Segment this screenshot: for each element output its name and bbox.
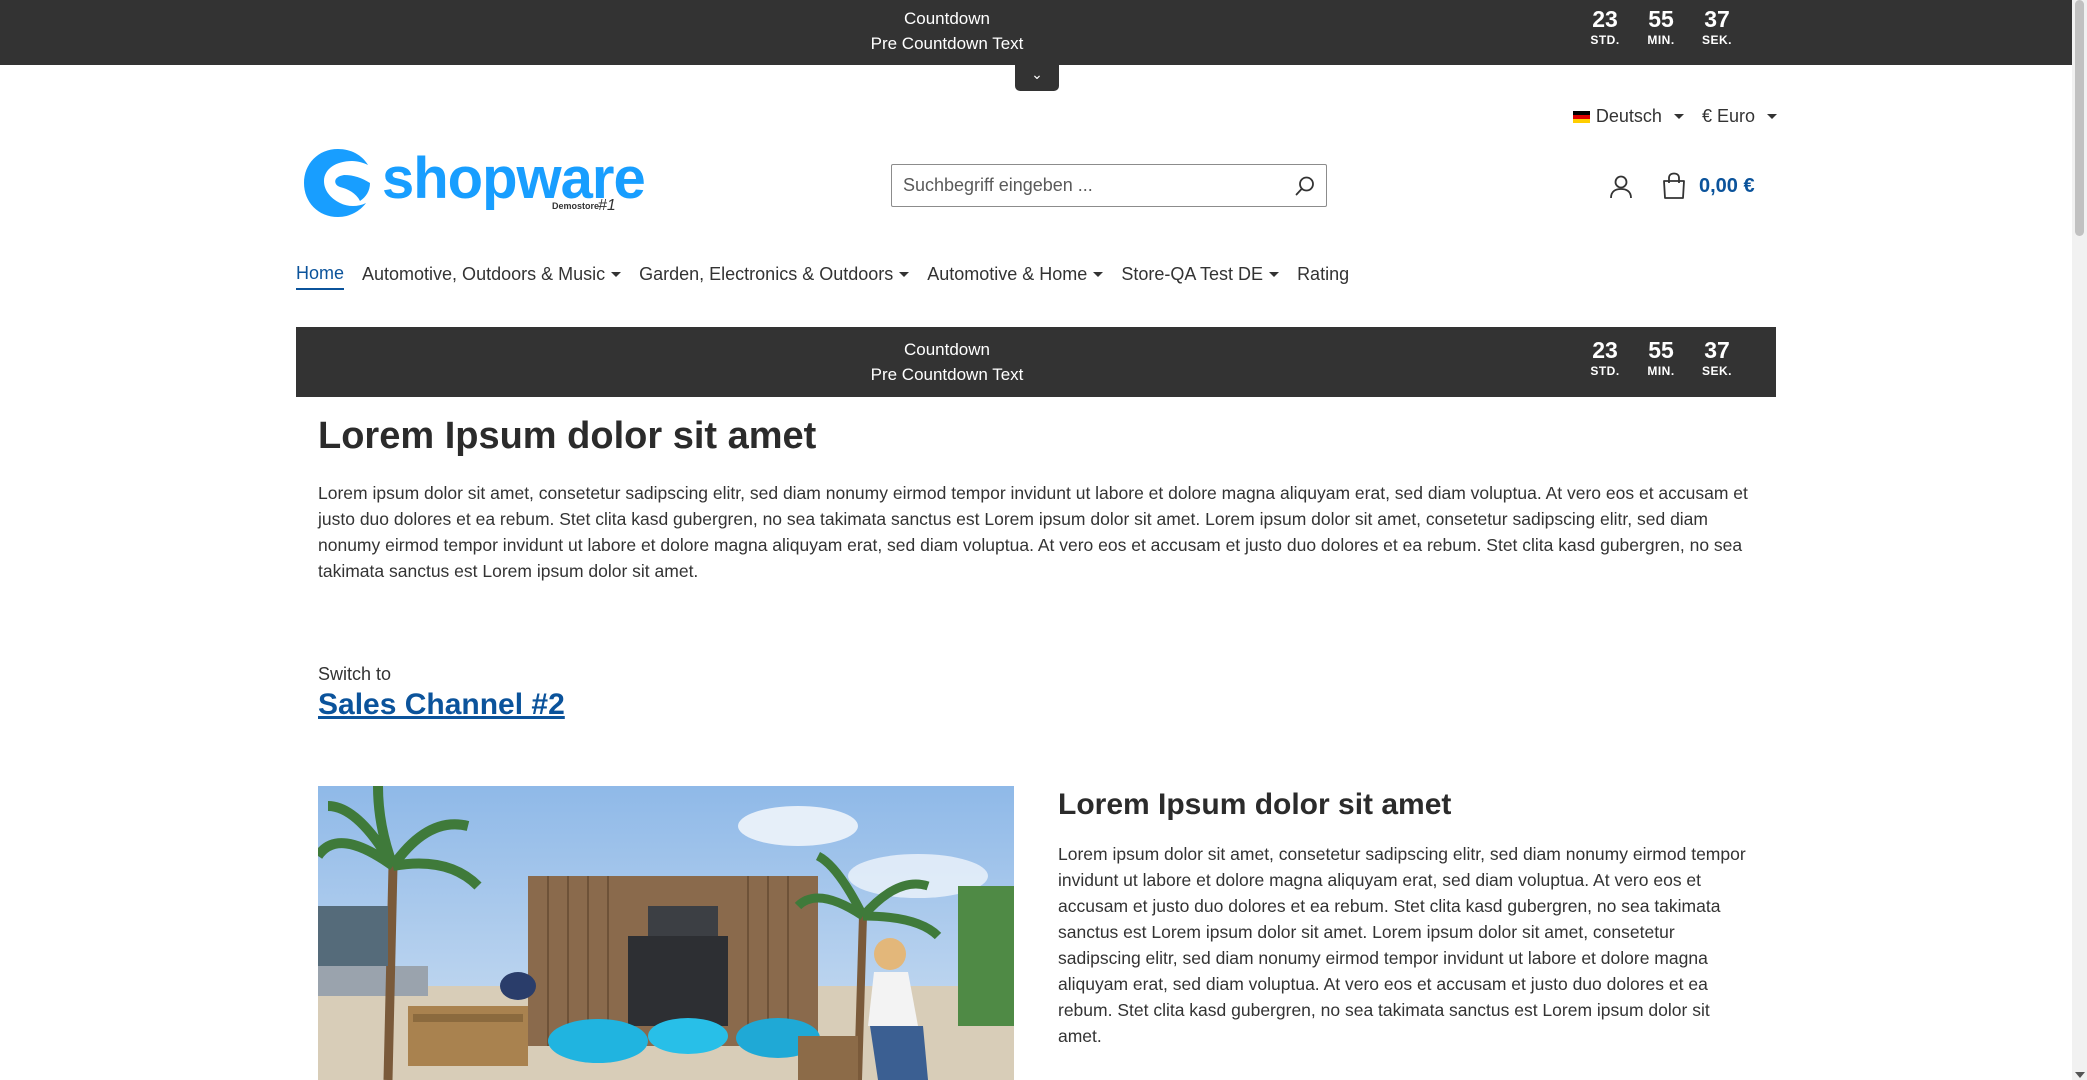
currency-dropdown[interactable]: € Euro xyxy=(1702,106,1777,127)
countdown-hours: 23 STD. xyxy=(1577,337,1633,379)
cart-icon xyxy=(1663,172,1685,199)
search-input[interactable] xyxy=(892,165,1272,206)
countdown-seconds: 37 SEK. xyxy=(1689,337,1745,379)
page-heading: Lorem Ipsum dolor sit amet xyxy=(318,415,817,457)
teaser-image xyxy=(318,786,1014,1080)
countdown-toggle-button[interactable]: ⌄ xyxy=(1015,65,1059,91)
countdown-text: Countdown Pre Countdown Text xyxy=(747,6,1147,56)
nav-item-label: Store-QA Test DE xyxy=(1121,264,1264,284)
search-button[interactable] xyxy=(1294,175,1316,197)
caret-down-icon xyxy=(1093,272,1104,277)
countdown-minutes-label: MIN. xyxy=(1647,364,1675,378)
scrollbar-thumb[interactable] xyxy=(2075,0,2084,236)
countdown-minutes-value: 55 xyxy=(1648,337,1674,363)
currency-label: € Euro xyxy=(1701,106,1755,126)
section-paragraph: Lorem ipsum dolor sit amet, consetetur s… xyxy=(1058,844,1746,1046)
countdown-timer: 23 STD. 55 MIN. 37 SEK. xyxy=(1577,6,1745,48)
sales-channel-link[interactable]: Sales Channel #2 xyxy=(318,688,565,722)
user-icon xyxy=(1610,175,1632,199)
countdown-title: Countdown xyxy=(903,9,990,28)
countdown-text: Countdown Pre Countdown Text xyxy=(747,337,1147,387)
scroll-down-arrow-icon[interactable] xyxy=(2075,1072,2085,1078)
countdown-seconds-label: SEK. xyxy=(1701,364,1732,378)
countdown-hours-value: 23 xyxy=(1592,6,1618,32)
countdown-title: Countdown xyxy=(903,340,990,359)
countdown-minutes-value: 55 xyxy=(1648,6,1674,32)
countdown-hours-label: STD. xyxy=(1590,33,1620,47)
nav-item-label: Home xyxy=(296,263,345,283)
logo-number: #1 xyxy=(598,197,616,214)
nav-item-automotive-home[interactable]: Automotive & Home xyxy=(927,263,1104,290)
caret-down-icon xyxy=(1269,272,1280,277)
flag-de-icon xyxy=(1572,110,1590,123)
nav-item-store-qa-test[interactable]: Store-QA Test DE xyxy=(1121,263,1280,290)
chevron-down-icon: ⌄ xyxy=(1031,66,1043,82)
countdown-hours-label: STD. xyxy=(1590,364,1620,378)
countdown-subtitle: Pre Countdown Text xyxy=(870,365,1024,384)
caret-down-icon xyxy=(1767,114,1777,119)
language-label: Deutsch xyxy=(1595,106,1662,126)
logo-subtext: Demostore xyxy=(552,201,600,211)
cart-total: 0,00 € xyxy=(1699,174,1755,197)
page-scrollbar[interactable] xyxy=(2072,0,2087,1080)
countdown-subtitle: Pre Countdown Text xyxy=(870,34,1024,53)
search-box xyxy=(891,164,1327,207)
countdown-minutes: 55 MIN. xyxy=(1633,6,1689,48)
nav-item-rating[interactable]: Rating xyxy=(1297,263,1349,290)
caret-down-icon xyxy=(1673,114,1684,119)
countdown-timer: 23 STD. 55 MIN. 37 SEK. xyxy=(1577,337,1745,379)
countdown-hours: 23 STD. xyxy=(1577,6,1633,48)
main-navigation: Home Automotive, Outdoors & Music Garden… xyxy=(296,263,1349,290)
intro-paragraph: Lorem ipsum dolor sit amet, consetetur s… xyxy=(318,483,1748,581)
countdown-seconds-value: 37 xyxy=(1704,337,1730,363)
nav-item-automotive-outdoors-music[interactable]: Automotive, Outdoors & Music xyxy=(362,263,622,290)
caret-down-icon xyxy=(611,272,622,277)
nav-item-label: Automotive, Outdoors & Music xyxy=(362,264,606,284)
top-settings: Deutsch € Euro xyxy=(1572,106,1777,127)
nav-item-garden-electronics-outdoors[interactable]: Garden, Electronics & Outdoors xyxy=(639,263,910,290)
countdown-minutes-label: MIN. xyxy=(1647,33,1675,47)
countdown-seconds-value: 37 xyxy=(1704,6,1730,32)
nav-item-home[interactable]: Home xyxy=(296,263,345,290)
cart-button[interactable]: 0,00 € xyxy=(1661,172,1755,200)
nav-item-label: Automotive & Home xyxy=(927,264,1088,284)
section-heading: Lorem Ipsum dolor sit amet xyxy=(1058,788,1452,821)
caret-down-icon xyxy=(899,272,910,277)
countdown-minutes: 55 MIN. xyxy=(1633,337,1689,379)
nav-item-label: Garden, Electronics & Outdoors xyxy=(639,264,894,284)
language-dropdown[interactable]: Deutsch xyxy=(1572,106,1684,127)
countdown-hours-value: 23 xyxy=(1592,337,1618,363)
search-icon xyxy=(1295,176,1314,196)
nav-item-label: Rating xyxy=(1297,264,1350,284)
account-button[interactable] xyxy=(1608,174,1634,200)
shopware-logo[interactable]: shopware Demostore #1 xyxy=(300,145,646,221)
countdown-seconds-label: SEK. xyxy=(1701,33,1732,47)
top-countdown-bar: Countdown Pre Countdown Text 23 STD. 55 … xyxy=(0,0,2072,65)
content-countdown-bar: Countdown Pre Countdown Text 23 STD. 55 … xyxy=(296,327,1776,397)
countdown-seconds: 37 SEK. xyxy=(1689,6,1745,48)
switch-to-label: Switch to xyxy=(318,664,392,684)
outdoor-photo xyxy=(318,786,1014,1080)
shopware-logo-mark xyxy=(304,149,370,217)
